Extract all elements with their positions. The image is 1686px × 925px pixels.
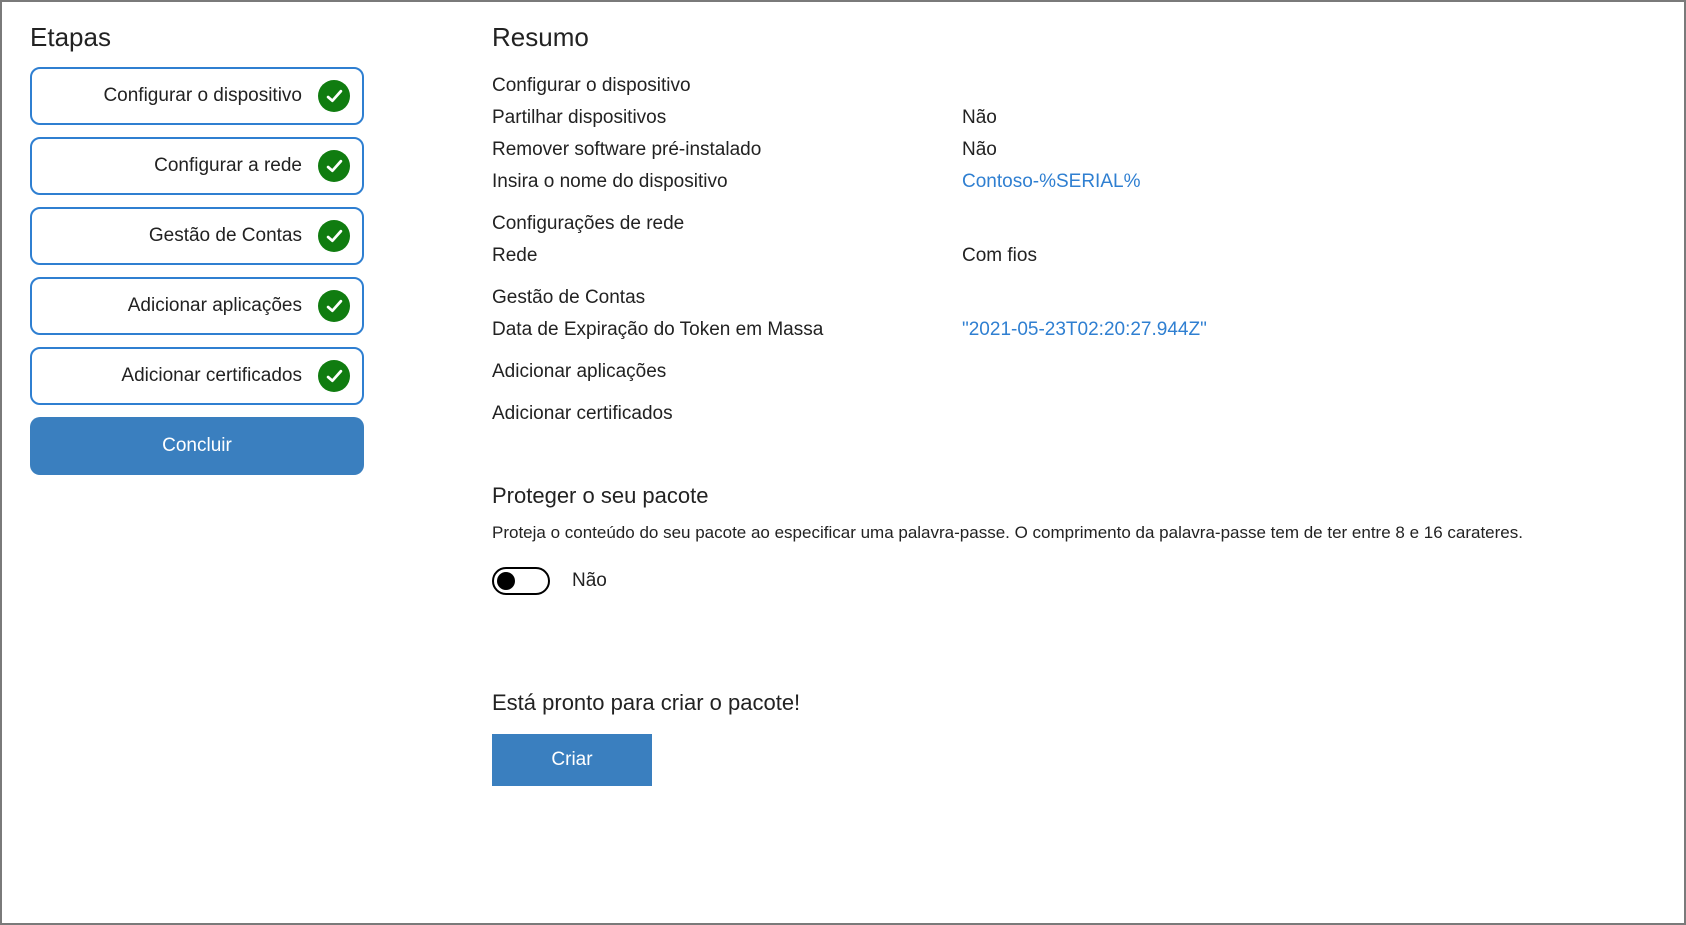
summary-panel: Resumo Configurar o dispositivo Partilha… — [392, 2, 1684, 923]
row-label: Partilhar dispositivos — [492, 107, 962, 129]
step-configure-network[interactable]: Configurar a rede — [30, 137, 364, 195]
row-label: Remover software pré-instalado — [492, 139, 962, 161]
check-icon — [318, 360, 350, 392]
section-certs: Adicionar certificados — [492, 403, 1644, 425]
check-icon — [318, 150, 350, 182]
protect-toggle-label: Não — [572, 570, 607, 592]
step-add-applications[interactable]: Adicionar aplicações — [30, 277, 364, 335]
check-icon — [318, 220, 350, 252]
step-label: Gestão de Contas — [149, 225, 302, 247]
section-configure-device: Configurar o dispositivo — [492, 75, 1644, 97]
section-accounts: Gestão de Contas — [492, 287, 1644, 309]
section-network: Configurações de rede — [492, 213, 1644, 235]
steps-title: Etapas — [30, 22, 364, 53]
row-value: Não — [962, 139, 997, 161]
row-value-link: Contoso-%SERIAL% — [962, 171, 1140, 193]
step-label: Configurar a rede — [154, 155, 302, 177]
row-label: Insira o nome do dispositivo — [492, 171, 962, 193]
step-label: Adicionar aplicações — [128, 295, 302, 317]
summary-title: Resumo — [492, 22, 1644, 53]
protect-toggle-row: Não — [492, 567, 1644, 595]
step-label: Adicionar certificados — [121, 365, 302, 387]
step-account-management[interactable]: Gestão de Contas — [30, 207, 364, 265]
row-label: Data de Expiração do Token em Massa — [492, 319, 962, 341]
row-label: Rede — [492, 245, 962, 267]
steps-panel: Etapas Configurar o dispositivo Configur… — [2, 2, 392, 923]
create-button[interactable]: Criar — [492, 734, 652, 786]
protect-title: Proteger o seu pacote — [492, 483, 1644, 509]
protect-toggle[interactable] — [492, 567, 550, 595]
step-finish[interactable]: Concluir — [30, 417, 364, 475]
check-icon — [318, 290, 350, 322]
step-label: Configurar o dispositivo — [103, 85, 302, 107]
summary-row: Remover software pré-instalado Não — [492, 139, 1644, 161]
ready-title: Está pronto para criar o pacote! — [492, 690, 1644, 716]
protect-description: Proteja o conteúdo do seu pacote ao espe… — [492, 523, 1644, 543]
row-value: Não — [962, 107, 997, 129]
row-value-link: "2021-05-23T02:20:27.944Z" — [962, 319, 1207, 341]
create-button-label: Criar — [551, 749, 592, 771]
step-add-certificates[interactable]: Adicionar certificados — [30, 347, 364, 405]
summary-row: Rede Com fios — [492, 245, 1644, 267]
summary-row: Partilhar dispositivos Não — [492, 107, 1644, 129]
step-finish-label: Concluir — [162, 435, 232, 457]
summary-row: Data de Expiração do Token em Massa "202… — [492, 319, 1644, 341]
row-value: Com fios — [962, 245, 1037, 267]
summary-row: Insira o nome do dispositivo Contoso-%SE… — [492, 171, 1644, 193]
check-icon — [318, 80, 350, 112]
section-apps: Adicionar aplicações — [492, 361, 1644, 383]
toggle-knob — [497, 572, 515, 590]
step-configure-device[interactable]: Configurar o dispositivo — [30, 67, 364, 125]
